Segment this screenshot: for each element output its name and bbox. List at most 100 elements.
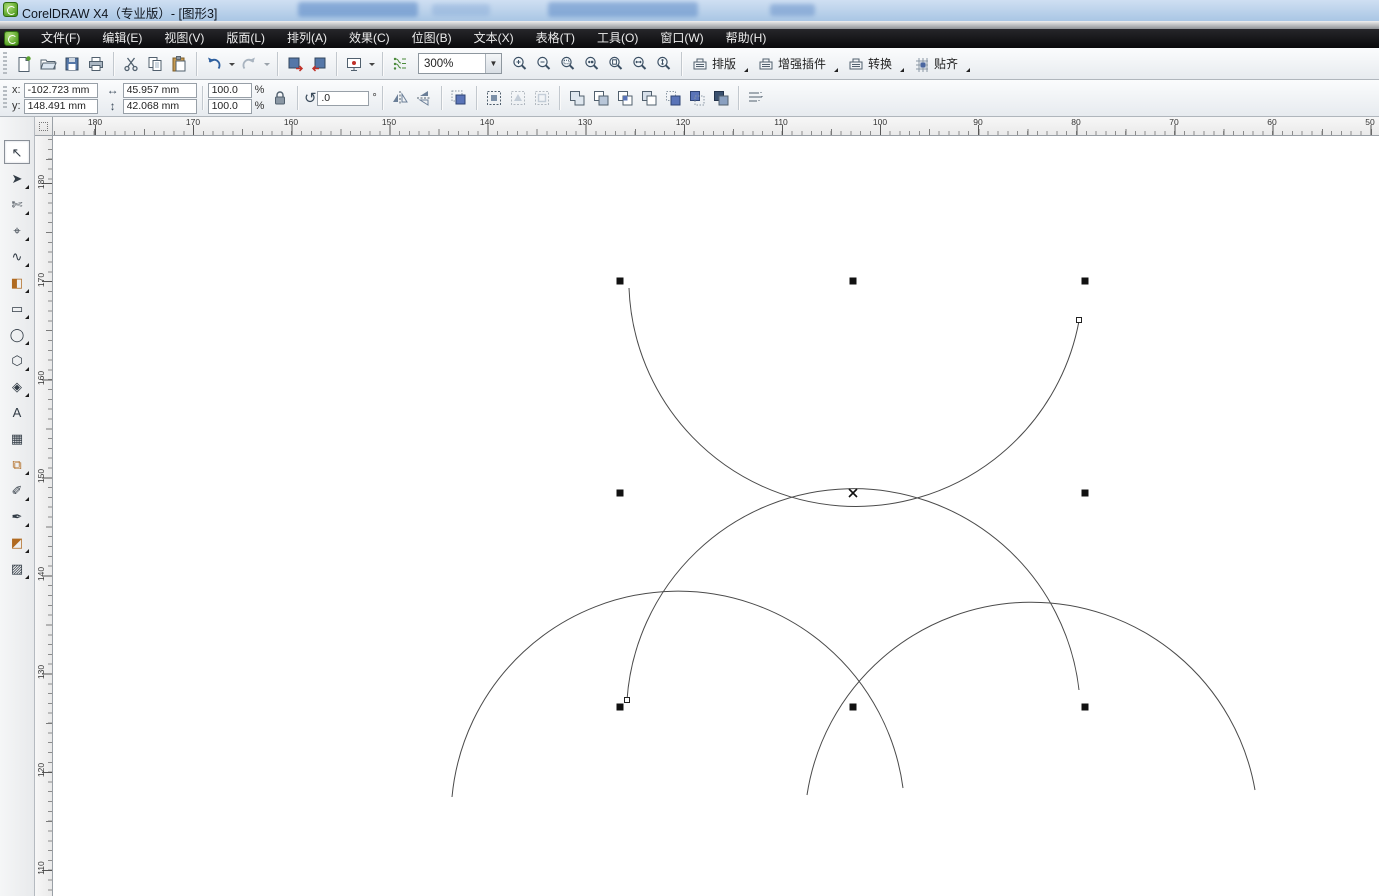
undo-button[interactable] [202, 51, 226, 77]
paste-button[interactable] [167, 51, 191, 77]
trim-button[interactable] [589, 86, 613, 110]
zoom-tool[interactable]: ⌖ [4, 218, 30, 242]
hruler-label-160: 160 [284, 117, 298, 127]
import-button[interactable] [283, 51, 307, 77]
zoom-to-selection-button[interactable] [556, 51, 580, 77]
smart-fill-tool[interactable]: ◧ [4, 270, 30, 294]
ruler-origin-corner[interactable] [35, 117, 53, 136]
scale-horizontal-field[interactable] [208, 83, 252, 98]
selection-mode-button[interactable] [482, 86, 506, 110]
zoom-to-page-height-button[interactable] [652, 51, 676, 77]
open-button[interactable] [36, 51, 60, 77]
arc-bottom-left[interactable] [452, 591, 903, 797]
selection-handle[interactable] [617, 704, 624, 711]
apply-to-duplicate-button[interactable] [447, 86, 471, 110]
create-boundary-button[interactable] [709, 86, 733, 110]
scale-lock-toggle[interactable] [268, 86, 292, 110]
options-button[interactable] [388, 51, 412, 77]
weld-button[interactable] [565, 86, 589, 110]
zoom-to-all-objects-button[interactable] [580, 51, 604, 77]
menu-item-表格(T)[interactable]: 表格(T) [536, 29, 575, 48]
layout-button[interactable]: 排版 [687, 53, 743, 74]
arc-bottom-right[interactable] [807, 602, 1255, 795]
application-launcher-button[interactable] [342, 51, 366, 77]
drawing-canvas[interactable] [53, 136, 1379, 896]
menu-item-位图(B)[interactable]: 位图(B) [412, 29, 452, 48]
plugins-button[interactable]: 增强插件 [753, 53, 833, 74]
convert-button[interactable]: 转换 [843, 53, 899, 74]
text-tool[interactable]: A [4, 400, 30, 424]
mirror-horizontal-button[interactable] [388, 86, 412, 110]
x-position-field[interactable] [24, 83, 98, 98]
horizontal-ruler[interactable]: 1801701601501401301201101009080706050 [53, 117, 1379, 136]
rectangle-tool[interactable]: ▭ [4, 296, 30, 320]
undo-dropdown[interactable] [226, 51, 237, 77]
pick-tool[interactable]: ↖ [4, 140, 30, 164]
copy-button[interactable] [143, 51, 167, 77]
selection-handle[interactable] [617, 490, 624, 497]
selection-handle[interactable] [850, 704, 857, 711]
menu-item-排列(A)[interactable]: 排列(A) [287, 29, 327, 48]
arc-top[interactable] [629, 288, 1079, 506]
rotation-angle-field[interactable] [317, 91, 369, 106]
eyedropper-tool[interactable]: ✐ [4, 478, 30, 502]
zoom-in-button[interactable] [508, 51, 532, 77]
save-button[interactable] [60, 51, 84, 77]
selection-handle[interactable] [1082, 278, 1089, 285]
selection-handle[interactable] [850, 278, 857, 285]
menu-item-视图(V)[interactable]: 视图(V) [164, 29, 204, 48]
menu-item-工具(O)[interactable]: 工具(O) [597, 29, 638, 48]
zoom-to-page-button[interactable] [604, 51, 628, 77]
outline-pen-tool[interactable]: ✒ [4, 504, 30, 528]
selection-center-mark[interactable] [849, 489, 857, 497]
print-button[interactable] [84, 51, 108, 77]
mirror-vertical-button[interactable] [412, 86, 436, 110]
zoom-to-page-width-button[interactable] [628, 51, 652, 77]
toolbar-grip[interactable] [3, 86, 7, 110]
interactive-fill-tool[interactable]: ▨ [4, 556, 30, 580]
export-button[interactable] [307, 51, 331, 77]
selection-handle[interactable] [617, 278, 624, 285]
polygon-tool[interactable]: ⬡ [4, 348, 30, 372]
basic-shapes-tool[interactable]: ◈ [4, 374, 30, 398]
simplify-button[interactable] [637, 86, 661, 110]
curve-end-node[interactable] [1077, 318, 1082, 323]
vertical-ruler[interactable]: 180170160150140130120110 [35, 136, 53, 896]
fill-tool[interactable]: ◩ [4, 530, 30, 554]
menu-item-版面(L)[interactable]: 版面(L) [226, 29, 265, 48]
selection-handle[interactable] [1082, 490, 1089, 497]
blend-tool[interactable]: ⧉ [4, 452, 30, 476]
redo-button[interactable] [237, 51, 261, 77]
toolbar-grip[interactable] [3, 52, 7, 76]
front-minus-back-button[interactable] [661, 86, 685, 110]
zoom-combo-dropdown-icon[interactable]: ▼ [485, 54, 501, 73]
menu-item-帮助(H)[interactable]: 帮助(H) [726, 29, 767, 48]
back-minus-front-button[interactable] [685, 86, 709, 110]
selection-handle[interactable] [1082, 704, 1089, 711]
menu-item-效果(C)[interactable]: 效果(C) [349, 29, 390, 48]
new-document-button[interactable] [12, 51, 36, 77]
object-width-field[interactable] [123, 83, 197, 98]
convert-to-curves-button[interactable] [744, 86, 768, 110]
cut-button[interactable] [119, 51, 143, 77]
crop-tool[interactable]: ✄ [4, 192, 30, 216]
object-height-field[interactable] [123, 99, 197, 114]
zoom-level-combobox[interactable]: 300% ▼ [418, 53, 502, 74]
intersect-button[interactable] [613, 86, 637, 110]
curve-end-node[interactable] [625, 698, 630, 703]
table-tool[interactable]: ▦ [4, 426, 30, 450]
freehand-tool[interactable]: ∿ [4, 244, 30, 268]
menu-item-文本(X)[interactable]: 文本(X) [474, 29, 514, 48]
redo-dropdown[interactable] [261, 51, 272, 77]
snap-button[interactable]: 贴齐 [909, 53, 965, 74]
scale-vertical-field[interactable] [208, 99, 252, 114]
menu-item-窗口(W)[interactable]: 窗口(W) [660, 29, 703, 48]
menu-item-文件(F)[interactable]: 文件(F) [41, 29, 80, 48]
arc-middle[interactable] [627, 489, 1079, 700]
y-position-field[interactable] [24, 99, 98, 114]
menu-item-编辑(E)[interactable]: 编辑(E) [102, 29, 142, 48]
ellipse-tool[interactable]: ◯ [4, 322, 30, 346]
launcher-dropdown[interactable] [366, 51, 377, 77]
shape-tool[interactable]: ➤ [4, 166, 30, 190]
zoom-out-button[interactable] [532, 51, 556, 77]
